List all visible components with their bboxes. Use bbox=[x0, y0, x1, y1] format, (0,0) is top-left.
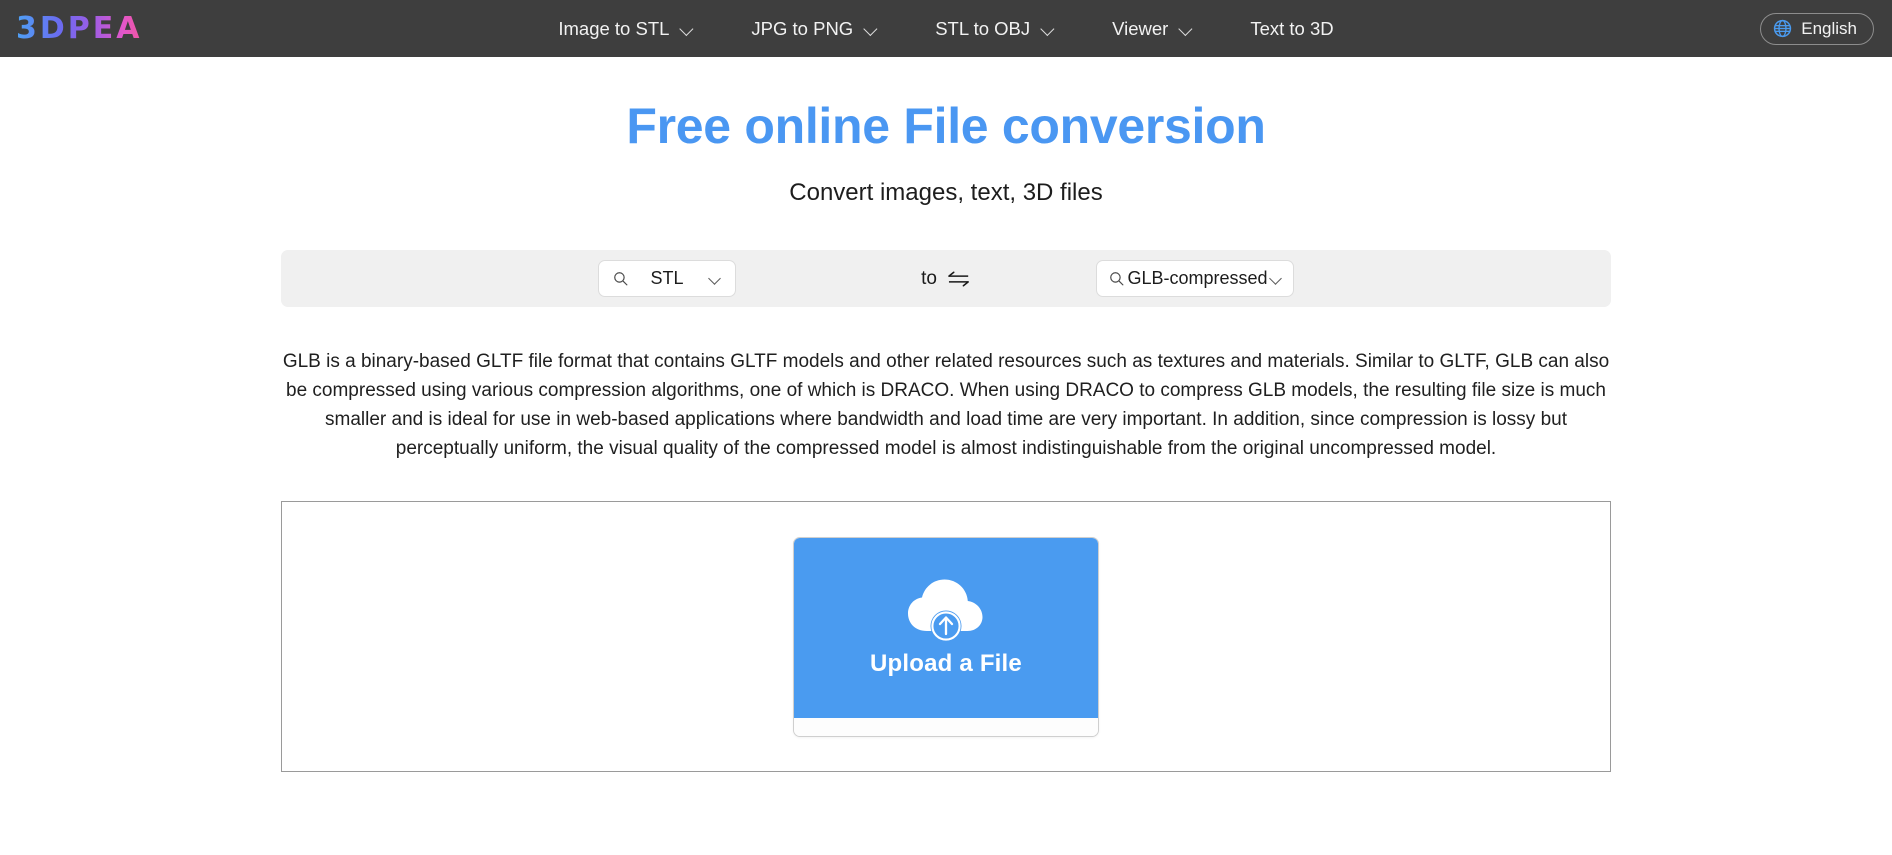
site-logo[interactable]: 3DPEA bbox=[16, 13, 142, 44]
chevron-down-icon bbox=[1269, 272, 1283, 286]
upload-button-footer-strip bbox=[794, 717, 1098, 736]
to-label: to bbox=[921, 267, 937, 289]
source-format-value: STL bbox=[650, 268, 684, 288]
converter-format-bar: STL to GLB-compressed bbox=[281, 250, 1611, 307]
chevron-down-icon bbox=[680, 22, 693, 35]
nav-item-label: Viewer bbox=[1112, 17, 1169, 39]
conversion-direction-group: to bbox=[921, 268, 971, 290]
main-nav-links: Image to STL JPG to PNG STL to OBJ Viewe… bbox=[558, 18, 1333, 40]
nav-item-jpg-to-png[interactable]: JPG to PNG bbox=[751, 18, 877, 40]
upload-button-label: Upload a File bbox=[870, 650, 1022, 677]
upload-button-face: Upload a File bbox=[794, 537, 1098, 718]
nav-item-label: JPG to PNG bbox=[751, 17, 854, 39]
nav-item-stl-to-obj[interactable]: STL to OBJ bbox=[935, 18, 1054, 40]
nav-item-label: Text to 3D bbox=[1250, 17, 1334, 39]
chevron-down-icon bbox=[1041, 22, 1054, 35]
upload-file-button[interactable]: Upload a File bbox=[793, 536, 1099, 737]
search-icon bbox=[1110, 272, 1124, 286]
format-description: GLB is a binary-based GLTF file format t… bbox=[282, 351, 1610, 459]
search-icon bbox=[614, 272, 628, 286]
nav-item-viewer[interactable]: Viewer bbox=[1112, 18, 1192, 40]
chevron-down-icon bbox=[708, 272, 722, 286]
page-subtitle: Convert images, text, 3D files bbox=[789, 179, 1103, 206]
file-drop-zone[interactable]: Upload a File bbox=[281, 501, 1611, 772]
top-navigation-bar: 3DPEA Image to STL JPG to PNG STL to OBJ… bbox=[0, 0, 1892, 57]
nav-item-text-to-3d[interactable]: Text to 3D bbox=[1250, 18, 1333, 40]
target-format-select[interactable]: GLB-compressed bbox=[1096, 260, 1294, 297]
chevron-down-icon bbox=[1179, 22, 1192, 35]
page-content: Free online File conversion Convert imag… bbox=[0, 57, 1892, 772]
source-format-select[interactable]: STL bbox=[598, 260, 737, 297]
globe-icon bbox=[1774, 19, 1792, 38]
nav-item-image-to-stl[interactable]: Image to STL bbox=[558, 18, 693, 40]
cloud-upload-icon bbox=[908, 579, 983, 642]
language-label: English bbox=[1801, 18, 1857, 38]
language-selector-button[interactable]: English bbox=[1760, 12, 1874, 45]
swap-arrows-icon[interactable] bbox=[946, 269, 971, 289]
chevron-down-icon bbox=[864, 22, 877, 35]
page-title: Free online File conversion bbox=[626, 98, 1266, 154]
target-format-value: GLB-compressed bbox=[1127, 268, 1268, 288]
nav-item-label: STL to OBJ bbox=[935, 17, 1031, 39]
nav-item-label: Image to STL bbox=[558, 17, 670, 39]
